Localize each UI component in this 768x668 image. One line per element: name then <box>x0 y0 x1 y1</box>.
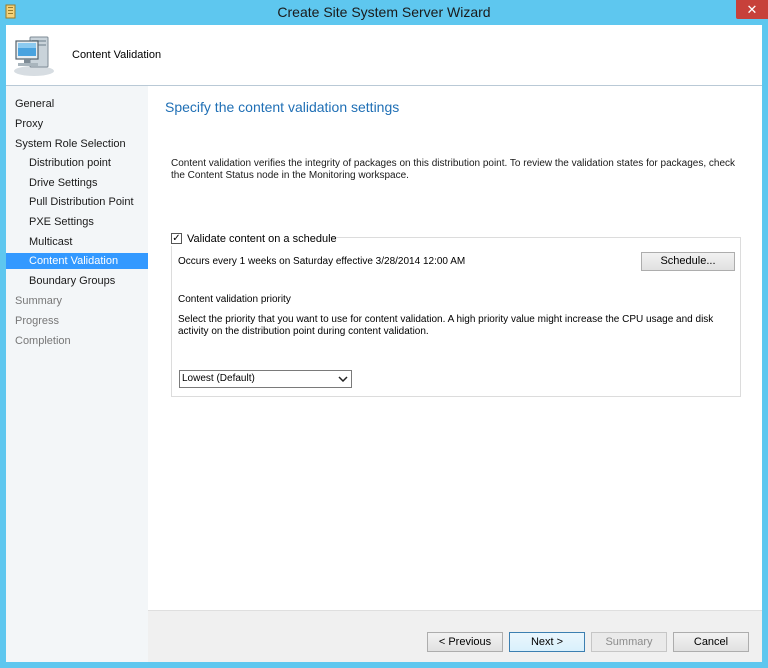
page-description: Content validation verifies the integrit… <box>171 158 736 181</box>
window-bottom-border <box>0 662 768 668</box>
nav-item-distribution-point[interactable]: Distribution point <box>6 155 148 171</box>
next-button[interactable]: Next > <box>509 632 585 652</box>
priority-select-value: Lowest (Default) <box>182 373 255 384</box>
priority-select[interactable]: Lowest (Default) <box>179 370 352 388</box>
nav-item-progress: Progress <box>15 315 60 327</box>
chevron-down-icon <box>338 376 348 383</box>
wizard-footer: < Previous Next > Summary Cancel <box>148 610 762 662</box>
content-panel: Specify the content validation settings … <box>148 86 762 610</box>
close-button[interactable]: ✕ <box>736 0 768 19</box>
priority-description: Select the priority that you want to use… <box>178 314 714 337</box>
validate-checkbox-label[interactable]: Validate content on a schedule <box>187 232 337 246</box>
nav-item-content-validation[interactable]: Content Validation <box>6 253 148 269</box>
summary-button: Summary <box>591 632 667 652</box>
nav-item-summary: Summary <box>15 295 63 307</box>
title-bar[interactable]: Create Site System Server Wizard ✕ <box>0 0 768 25</box>
wizard-nav: General Proxy System Role Selection Dist… <box>6 86 148 662</box>
nav-item-pull-distribution-point[interactable]: Pull Distribution Point <box>6 194 148 210</box>
nav-item-completion: Completion <box>15 335 71 347</box>
nav-item-pxe-settings[interactable]: PXE Settings <box>6 214 148 230</box>
priority-heading: Content validation priority <box>178 294 291 305</box>
nav-item-general[interactable]: General <box>6 96 148 112</box>
nav-item-multicast[interactable]: Multicast <box>6 234 148 250</box>
cancel-button[interactable]: Cancel <box>673 632 749 652</box>
window-title: Create Site System Server Wizard <box>277 4 491 20</box>
nav-item-proxy[interactable]: Proxy <box>6 116 148 132</box>
validate-checkbox-row[interactable]: ✓ Validate content on a schedule <box>168 232 337 246</box>
nav-item-system-role-selection[interactable]: System Role Selection <box>6 136 148 152</box>
validate-checkbox[interactable]: ✓ <box>171 233 182 244</box>
nav-item-drive-settings[interactable]: Drive Settings <box>6 175 148 191</box>
schedule-button[interactable]: Schedule... <box>641 252 735 271</box>
header-title: Content Validation <box>72 49 162 61</box>
computer-icon <box>14 36 54 76</box>
wizard-header: Content Validation <box>6 25 762 85</box>
previous-button[interactable]: < Previous <box>427 632 503 652</box>
wizard-window: Create Site System Server Wizard ✕ Conte… <box>0 0 768 668</box>
nav-item-boundary-groups[interactable]: Boundary Groups <box>6 273 148 289</box>
page-title: Specify the content validation settings <box>165 99 400 115</box>
footer-divider <box>148 610 762 611</box>
schedule-description: Occurs every 1 weeks on Saturday effecti… <box>178 256 466 267</box>
